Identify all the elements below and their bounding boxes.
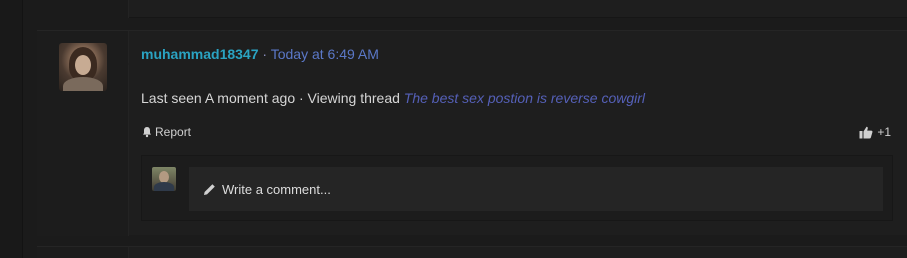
report-label: Report (155, 125, 192, 139)
commenter-avatar[interactable] (152, 167, 176, 191)
gutter-divider (22, 0, 23, 258)
report-button[interactable]: Report (141, 124, 191, 140)
pencil-icon (203, 183, 216, 196)
page: muhammad18347 · Today at 6:49 AM Last se… (0, 0, 907, 258)
like-button[interactable]: +1 (859, 124, 891, 140)
profile-post: muhammad18347 · Today at 6:49 AM Last se… (37, 30, 907, 236)
previous-post (37, 0, 907, 18)
bell-icon (141, 126, 153, 138)
commenter-avatar-body (154, 182, 174, 191)
previous-post-user-column (37, 0, 129, 18)
avatar-shoulders (63, 77, 103, 91)
post-timestamp[interactable]: Today at 6:49 AM (271, 46, 379, 62)
comment-placeholder: Write a comment... (222, 181, 331, 197)
status-text: Last seen A moment ago · Viewing thread (141, 90, 400, 106)
username-link[interactable]: muhammad18347 (141, 46, 259, 62)
post-user-column (37, 31, 135, 236)
user-avatar[interactable] (59, 43, 107, 91)
next-post-user-column (37, 246, 129, 258)
comment-input[interactable]: Write a comment... (189, 167, 883, 211)
meta-separator: · (262, 46, 268, 62)
post-message: Last seen A moment ago · Viewing thread … (141, 89, 645, 107)
post-pointer-arrow (128, 57, 135, 71)
post-meta: muhammad18347 · Today at 6:49 AM (141, 45, 379, 63)
avatar-face (75, 55, 91, 75)
thumbs-up-icon (859, 126, 873, 139)
left-gutter (0, 0, 23, 258)
next-post (37, 246, 907, 258)
thread-link[interactable]: The best sex postion is reverse cowgirl (404, 90, 645, 106)
like-count: +1 (877, 125, 891, 139)
comment-section: Write a comment... (141, 155, 893, 221)
